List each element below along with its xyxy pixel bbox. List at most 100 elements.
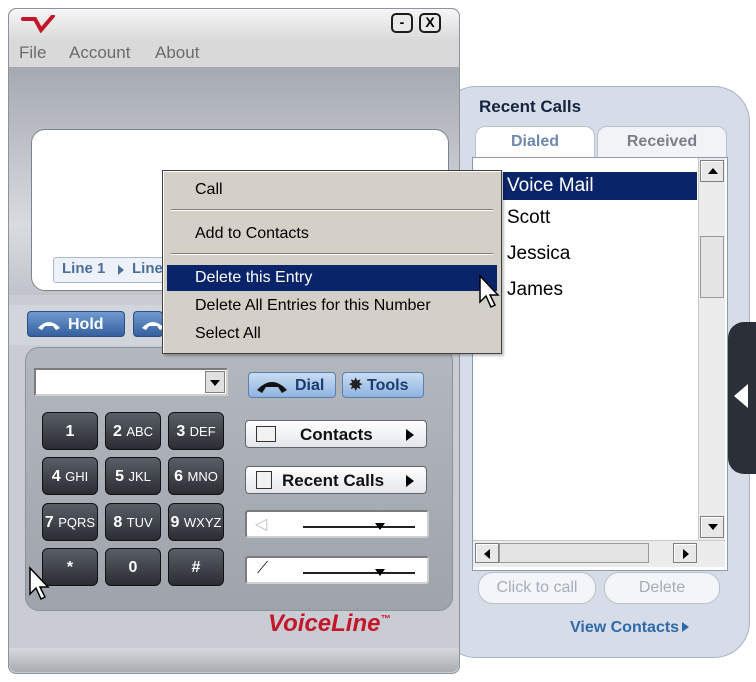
key-letters: ABC: [126, 424, 154, 439]
minimize-button[interactable]: -: [391, 13, 413, 33]
key-1[interactable]: 1: [42, 412, 98, 450]
hold-button[interactable]: Hold: [27, 311, 125, 337]
microphone-icon: ⟋: [257, 560, 269, 577]
contacts-button[interactable]: Contacts: [245, 420, 427, 448]
key-6[interactable]: 6 MNO: [168, 457, 224, 495]
horizontal-scroll-thumb[interactable]: [499, 543, 649, 563]
line-1-tab[interactable]: Line 1: [62, 260, 105, 277]
key-digit: 4: [51, 468, 61, 485]
key-2[interactable]: 2 ABC: [105, 412, 161, 450]
horizontal-scrollbar[interactable]: [473, 540, 725, 567]
slider-track: [303, 572, 415, 574]
contacts-card-icon: [256, 426, 276, 442]
dropdown-arrow-icon: [210, 380, 220, 386]
key-letters: PQRS: [58, 515, 96, 530]
recent-calls-label: Recent Calls: [282, 471, 385, 490]
click-to-call-button[interactable]: Click to call: [478, 572, 596, 604]
menu-bar: File Account About: [9, 41, 459, 67]
microphone-volume-slider[interactable]: ⟋: [245, 556, 429, 584]
dropdown-button[interactable]: [205, 371, 225, 393]
tab-received[interactable]: Received: [597, 126, 727, 157]
phone-handset-icon: [257, 382, 287, 393]
arrow-right-icon: [683, 549, 689, 559]
scroll-left-button[interactable]: [475, 543, 499, 563]
scroll-up-button[interactable]: [700, 160, 724, 182]
view-contacts-link[interactable]: View Contacts: [570, 619, 690, 637]
list-item-scott[interactable]: Scott: [503, 204, 550, 232]
speaker-volume-slider[interactable]: ◁: [245, 510, 429, 538]
key-letters: MNO: [187, 469, 218, 484]
chevron-right-icon: [406, 429, 414, 441]
key-digit: 1: [65, 423, 75, 440]
view-contacts-label: View Contacts: [570, 619, 680, 636]
key-digit: 8: [113, 514, 123, 531]
menu-file[interactable]: File: [19, 43, 46, 63]
arrow-down-icon: [708, 524, 718, 530]
key-4[interactable]: 4 GHI: [42, 457, 98, 495]
menu-item-add-to-contacts[interactable]: Add to Contacts: [167, 221, 497, 247]
brand-name: VoiceLine: [268, 610, 381, 637]
close-button[interactable]: X: [419, 13, 441, 33]
key-letters: GHI: [65, 469, 89, 484]
key-0[interactable]: 0: [105, 548, 161, 586]
recent-calls-title: Recent Calls: [479, 97, 582, 116]
key-digit: 3: [176, 423, 186, 440]
arrow-left-icon: [484, 549, 490, 559]
key-letters: WXYZ: [183, 515, 222, 530]
scroll-right-button[interactable]: [673, 543, 697, 563]
recent-calls-button[interactable]: Recent Calls: [245, 466, 427, 494]
tools-button[interactable]: ✸ Tools: [342, 372, 424, 398]
mouse-pointer-icon: [29, 566, 50, 601]
menu-item-call[interactable]: Call: [167, 177, 497, 203]
key-digit: 6: [174, 468, 184, 485]
panel-collapse-tab[interactable]: [728, 322, 756, 474]
key-8[interactable]: 8 TUV: [105, 503, 161, 541]
menu-item-delete-all-entries[interactable]: Delete All Entries for this Number: [167, 293, 497, 319]
key-7[interactable]: 7 PQRS: [42, 503, 98, 541]
key-digit: 9: [170, 514, 180, 531]
chevron-right-icon: [406, 475, 414, 487]
dial-button[interactable]: Dial: [248, 372, 336, 398]
key-digit: *: [66, 559, 74, 576]
key-3[interactable]: 3 DEF: [168, 412, 224, 450]
key-5[interactable]: 5 JKL: [105, 457, 161, 495]
vertical-scrollbar[interactable]: [698, 158, 725, 540]
speaker-icon: ◁: [255, 516, 268, 533]
trademark-mark: ™: [380, 614, 391, 625]
menu-account[interactable]: Account: [69, 43, 130, 63]
contacts-label: Contacts: [300, 425, 373, 444]
tab-dialed[interactable]: Dialed: [475, 126, 595, 157]
context-menu: Call Add to Contacts Delete this Entry D…: [162, 170, 502, 354]
list-icon: [256, 471, 272, 489]
mouse-pointer-icon: [479, 274, 500, 309]
chevron-left-icon: [734, 384, 748, 408]
arrow-up-icon: [708, 168, 718, 174]
recent-calls-list[interactable]: Voice Mail Scott Jessica James: [472, 157, 728, 571]
list-item-james[interactable]: James: [503, 276, 563, 304]
key-letters: TUV: [126, 515, 153, 530]
menu-about[interactable]: About: [155, 43, 199, 63]
phone-handset-icon: [38, 322, 60, 330]
slider-thumb[interactable]: [375, 523, 385, 530]
key-digit: 5: [115, 468, 125, 485]
menu-item-delete-entry[interactable]: Delete this Entry: [167, 265, 497, 291]
list-item-voice-mail[interactable]: Voice Mail: [503, 172, 697, 200]
delete-button[interactable]: Delete: [604, 572, 720, 604]
voiceline-logo-icon: [21, 15, 55, 33]
key-digit: 2: [112, 423, 122, 440]
scroll-down-button[interactable]: [700, 516, 724, 538]
list-item-jessica[interactable]: Jessica: [503, 240, 570, 268]
dial-number-input[interactable]: [34, 368, 228, 396]
vertical-scroll-thumb[interactable]: [700, 236, 724, 298]
hold-label: Hold: [68, 316, 104, 333]
menu-item-select-all[interactable]: Select All: [167, 321, 497, 347]
key-digit: #: [191, 559, 201, 576]
key-9[interactable]: 9 WXYZ: [168, 503, 224, 541]
gear-icon: ✸: [349, 377, 363, 394]
key-letters: JKL: [128, 469, 151, 484]
hangup-button[interactable]: [133, 311, 164, 337]
key-hash[interactable]: #: [168, 548, 224, 586]
slider-thumb[interactable]: [375, 569, 385, 576]
key-digit: 0: [128, 559, 138, 576]
voiceline-brand-logo: VoiceLine™: [268, 610, 390, 638]
